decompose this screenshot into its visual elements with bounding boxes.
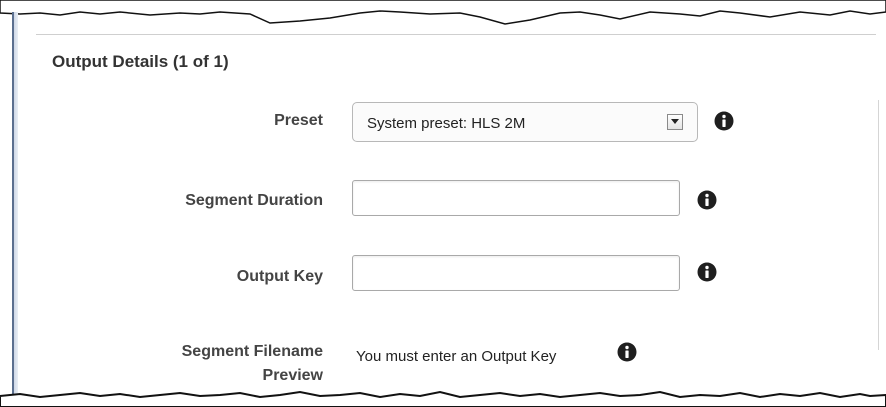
info-icon[interactable] (714, 111, 734, 131)
info-icon[interactable] (697, 190, 717, 210)
chevron-down-icon[interactable] (667, 114, 683, 130)
output-key-label: Output Key (236, 268, 323, 285)
segment-duration-label: Segment Duration (185, 192, 323, 209)
output-key-input[interactable] (352, 255, 680, 291)
preset-select[interactable]: System preset: HLS 2M (352, 102, 698, 142)
section-divider (36, 34, 876, 35)
info-icon[interactable] (697, 262, 717, 282)
torn-edge-bottom (0, 390, 886, 407)
info-icon[interactable] (617, 342, 637, 362)
section-title: Output Details (1 of 1) (52, 52, 229, 71)
segment-filename-preview-label-line2: Preview (262, 367, 323, 384)
left-panel-border (12, 12, 18, 397)
segment-filename-preview-label-line1: Segment Filename (181, 343, 323, 360)
torn-edge-top (0, 0, 886, 25)
preset-label: Preset (274, 112, 323, 129)
segment-filename-preview-value: You must enter an Output Key (356, 348, 557, 365)
segment-duration-input[interactable] (352, 180, 680, 216)
right-panel-border (878, 100, 879, 350)
preset-select-value: System preset: HLS 2M (367, 115, 526, 132)
